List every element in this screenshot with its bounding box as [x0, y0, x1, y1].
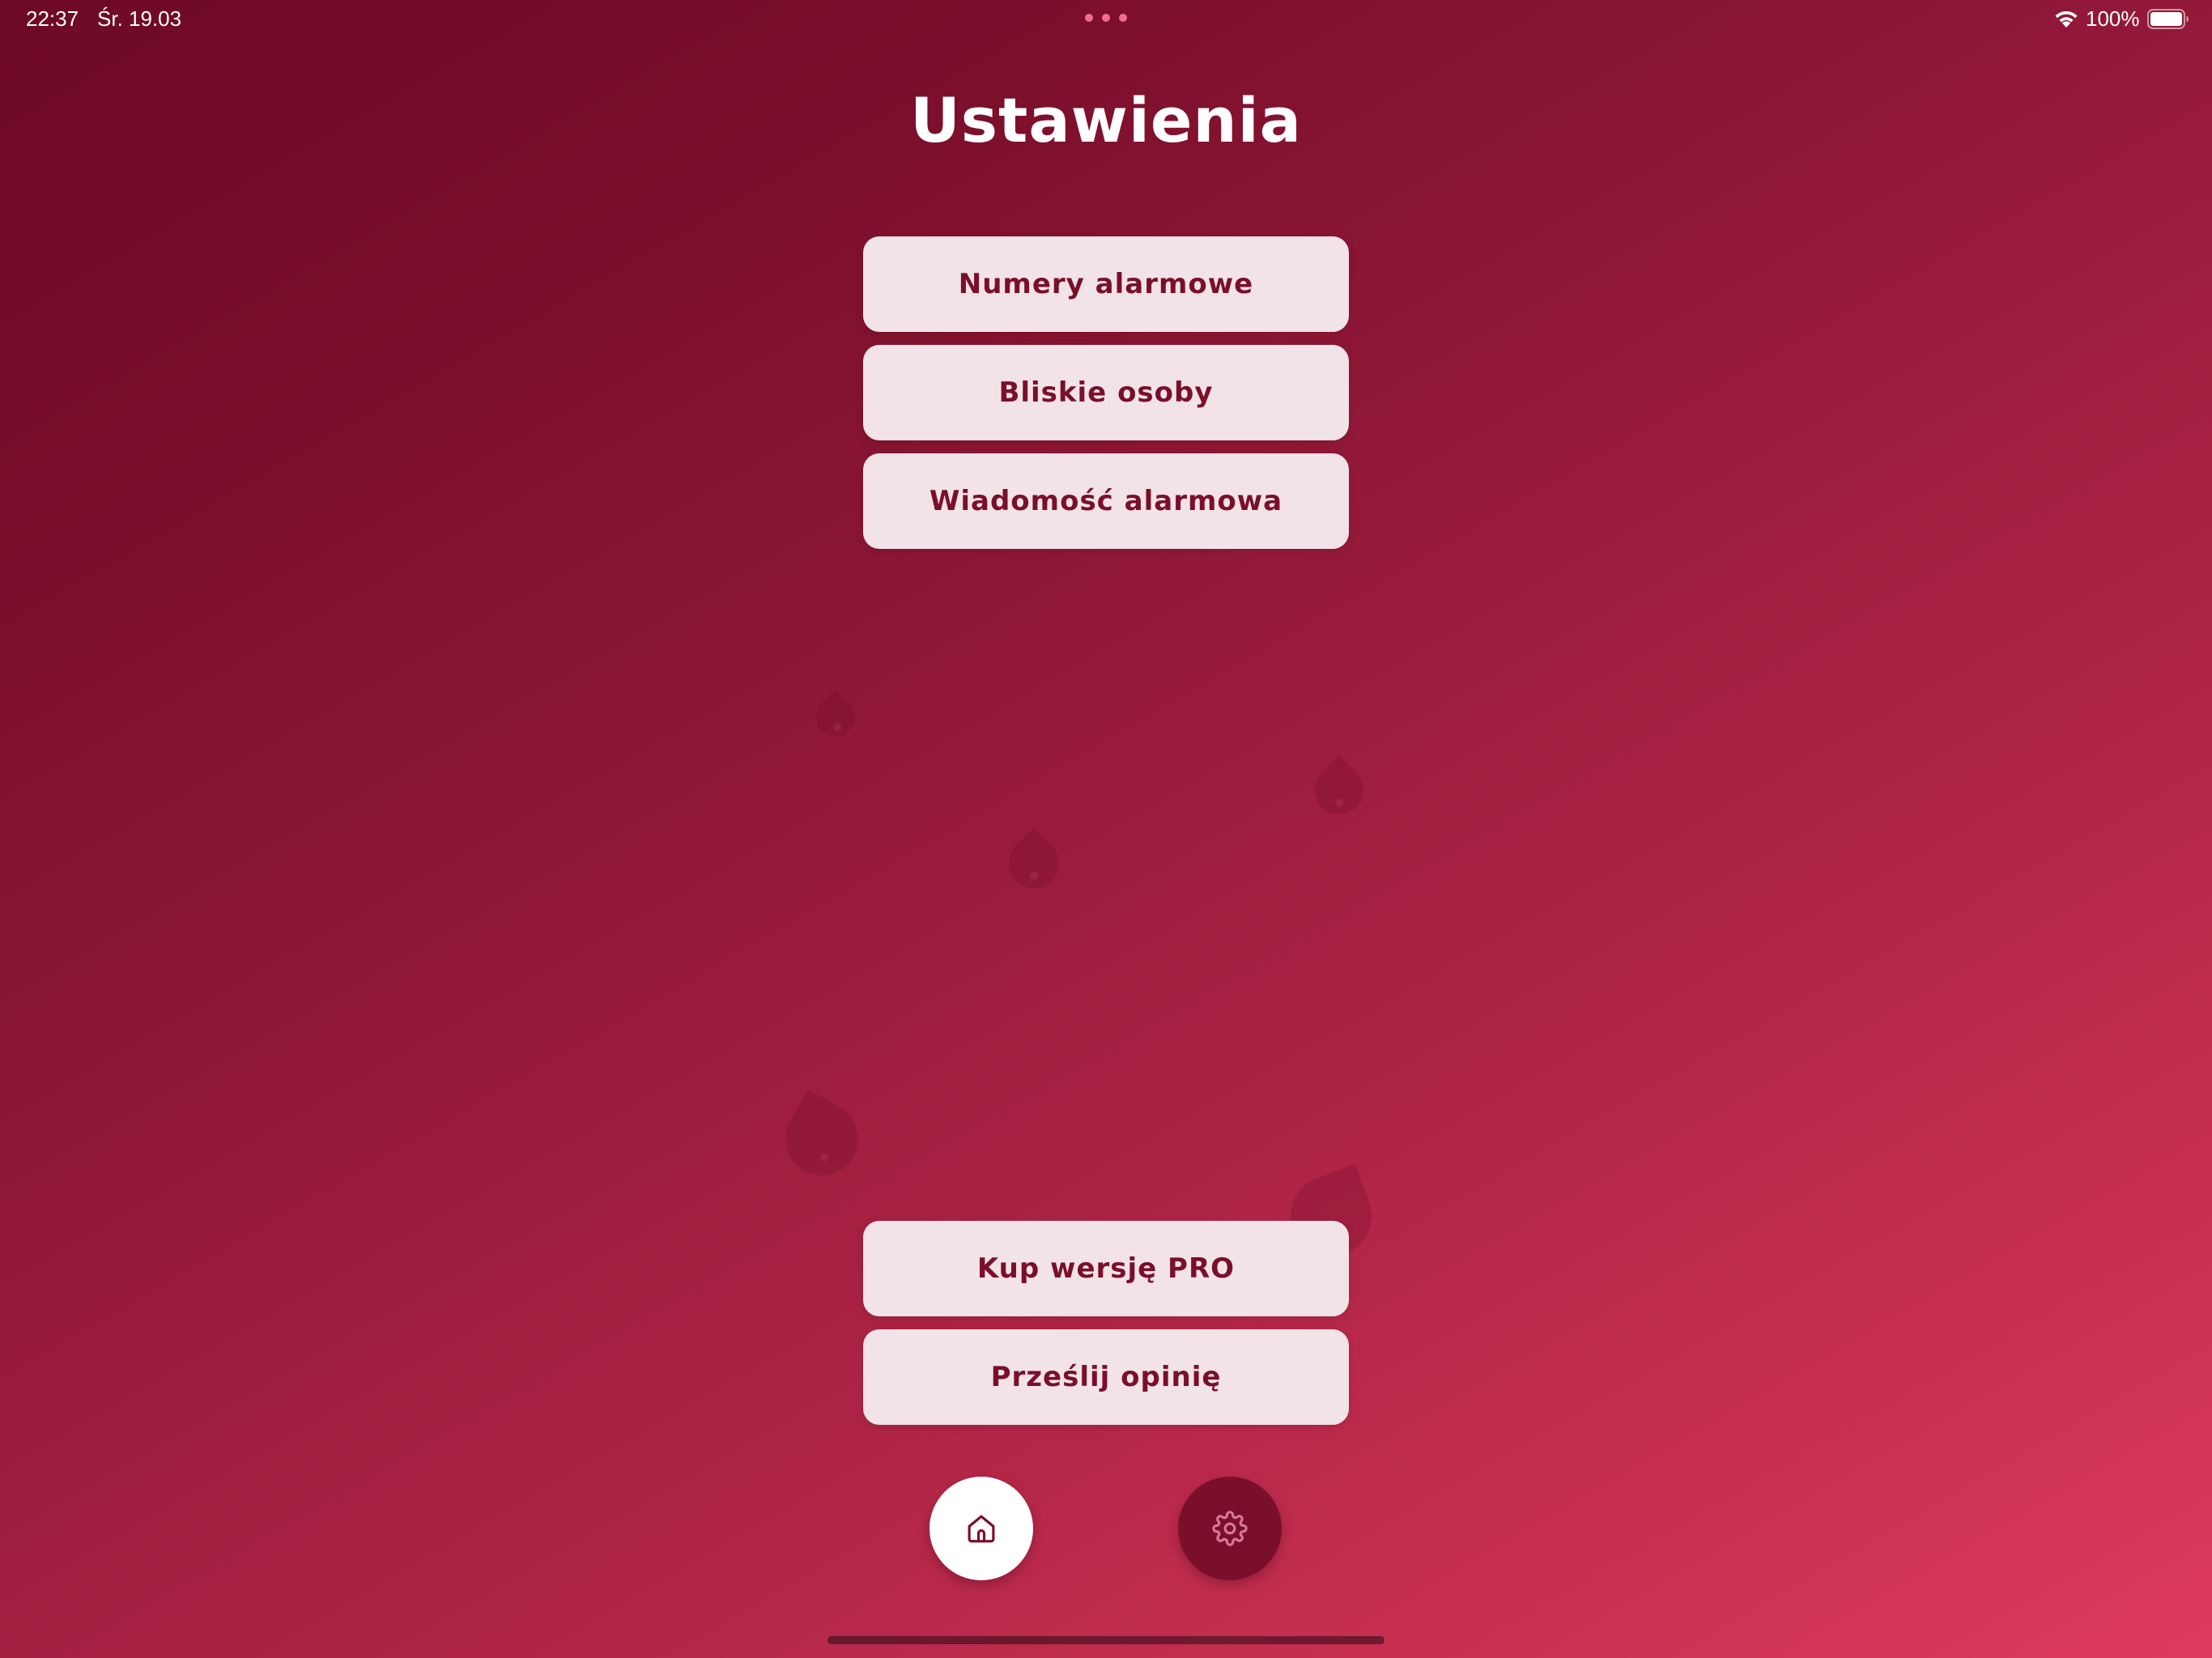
status-bar: 22:37 Śr. 19.03 100%: [0, 0, 2212, 39]
alarm-message-button[interactable]: Wiadomość alarmowa: [863, 453, 1349, 549]
send-feedback-button[interactable]: Prześlij opinię: [863, 1329, 1349, 1425]
emergency-numbers-button[interactable]: Numery alarmowe: [863, 236, 1349, 332]
gear-icon: [1212, 1511, 1248, 1546]
close-contacts-button[interactable]: Bliskie osoby: [863, 345, 1349, 440]
status-date: Śr. 19.03: [97, 6, 182, 31]
page-title: Ustawienia: [910, 84, 1302, 156]
buy-pro-button[interactable]: Kup wersję PRO: [863, 1221, 1349, 1316]
home-indicator[interactable]: [827, 1636, 1385, 1644]
home-icon: [968, 1515, 995, 1543]
wifi-icon: [2055, 11, 2078, 28]
battery-percentage: 100%: [2086, 6, 2140, 31]
status-time: 22:37: [26, 6, 79, 31]
settings-button[interactable]: [1178, 1477, 1282, 1580]
multitask-dots-icon[interactable]: [1085, 14, 1127, 23]
decorative-drop-icon: [772, 1089, 872, 1189]
decorative-drop-icon: [998, 827, 1070, 899]
decorative-drop-icon: [808, 690, 863, 745]
decorative-drop-icon: [1304, 755, 1374, 825]
home-button[interactable]: [929, 1477, 1033, 1580]
battery-icon: [2147, 9, 2189, 29]
